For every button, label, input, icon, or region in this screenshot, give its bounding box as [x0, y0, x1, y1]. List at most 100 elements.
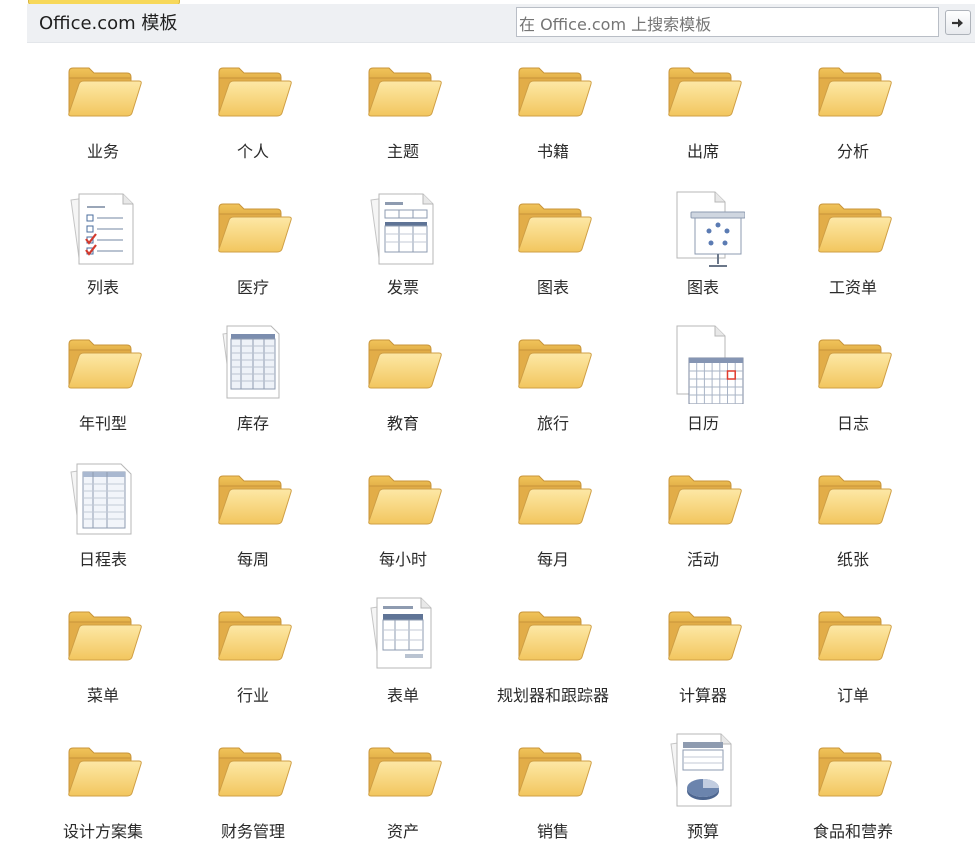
template-category-label: 书籍: [536, 142, 569, 161]
template-category-tile[interactable]: 设计方案集: [28, 732, 178, 857]
template-category-label: 出席: [686, 142, 719, 161]
folder-icon: [365, 732, 445, 812]
template-category-label: 每月: [536, 550, 569, 569]
calendar-icon: [665, 324, 745, 405]
template-category-tile[interactable]: 主题: [328, 52, 478, 177]
template-category-tile[interactable]: 图表: [628, 188, 778, 313]
template-category-label: 教育: [386, 414, 419, 433]
template-category-tile[interactable]: 发票: [328, 188, 478, 313]
template-category-label: 日历: [686, 414, 719, 433]
template-category-label: 每周: [236, 550, 269, 569]
folder-icon: [515, 732, 595, 812]
folder-icon: [515, 324, 595, 404]
template-category-label: 销售: [536, 822, 569, 841]
template-category-tile[interactable]: 业务: [28, 52, 178, 177]
folder-icon: [665, 596, 745, 676]
template-category-label: 预算: [686, 822, 719, 841]
template-category-tile[interactable]: 每小时: [328, 460, 478, 585]
template-category-tile[interactable]: 销售: [478, 732, 628, 857]
form-icon: [365, 596, 445, 676]
folder-icon: [515, 52, 595, 132]
template-category-label: 每小时: [378, 550, 427, 569]
arrow-right-icon: [952, 18, 963, 27]
template-category-tile[interactable]: 计算器: [628, 596, 778, 721]
template-category-tile[interactable]: 菜单: [28, 596, 178, 721]
folder-icon: [815, 732, 895, 812]
folder-icon: [215, 52, 295, 132]
template-category-tile[interactable]: 出席: [628, 52, 778, 177]
invoice-icon: [365, 188, 445, 268]
template-category-label: 资产: [386, 822, 419, 841]
template-search-input[interactable]: [516, 7, 939, 37]
template-category-label: 个人: [236, 142, 269, 161]
template-category-tile[interactable]: 每周: [178, 460, 328, 585]
template-category-tile[interactable]: 预算: [628, 732, 778, 857]
template-category-tile[interactable]: 规划器和跟踪器: [478, 596, 628, 721]
template-category-label: 行业: [236, 686, 269, 705]
folder-icon: [365, 52, 445, 132]
template-category-tile[interactable]: 个人: [178, 52, 328, 177]
template-category-tile[interactable]: 工资单: [778, 188, 928, 313]
template-category-tile[interactable]: 旅行: [478, 324, 628, 449]
template-category-label: 财务管理: [220, 822, 285, 841]
template-category-tile[interactable]: 表单: [328, 596, 478, 721]
left-gutter: [0, 0, 27, 852]
template-category-tile[interactable]: 每月: [478, 460, 628, 585]
template-category-label: 发票: [386, 278, 419, 297]
template-category-label: 列表: [86, 278, 119, 297]
checklist-icon: [65, 188, 145, 268]
template-category-tile[interactable]: 日历: [628, 324, 778, 449]
template-category-label: 年刊型: [78, 414, 127, 433]
template-category-tile[interactable]: 行业: [178, 596, 328, 721]
folder-icon: [365, 324, 445, 404]
template-category-label: 业务: [86, 142, 119, 161]
search-go-button[interactable]: [945, 10, 971, 35]
template-category-tile[interactable]: 年刊型: [28, 324, 178, 449]
template-category-tile[interactable]: 纸张: [778, 460, 928, 585]
folder-icon: [65, 324, 145, 404]
template-category-label: 设计方案集: [62, 822, 143, 841]
folder-icon: [215, 732, 295, 812]
header-title: Office.com 模板: [39, 13, 178, 34]
folder-icon: [365, 460, 445, 540]
template-category-tile[interactable]: 医疗: [178, 188, 328, 313]
template-category-label: 订单: [836, 686, 869, 705]
template-category-label: 分析: [836, 142, 869, 161]
template-category-tile[interactable]: 教育: [328, 324, 478, 449]
template-category-label: 纸张: [836, 550, 869, 569]
inventory-table-icon: [215, 324, 295, 404]
template-category-label: 活动: [686, 550, 719, 569]
template-category-label: 日志: [836, 414, 869, 433]
template-category-tile[interactable]: 活动: [628, 460, 778, 585]
template-category-label: 表单: [386, 686, 419, 705]
folder-icon: [65, 596, 145, 676]
folder-icon: [215, 460, 295, 540]
folder-icon: [515, 188, 595, 268]
templates-header: Office.com 模板: [27, 4, 975, 43]
folder-icon: [815, 596, 895, 676]
folder-icon: [665, 460, 745, 540]
folder-icon: [515, 596, 595, 676]
template-category-tile[interactable]: 分析: [778, 52, 928, 177]
template-category-tile[interactable]: 财务管理: [178, 732, 328, 857]
template-category-label: 食品和营养: [812, 822, 893, 841]
folder-icon: [65, 732, 145, 812]
template-category-label: 日程表: [78, 550, 127, 569]
template-category-tile[interactable]: 食品和营养: [778, 732, 928, 857]
template-category-tile[interactable]: 日程表: [28, 460, 178, 585]
template-category-tile[interactable]: 库存: [178, 324, 328, 449]
template-category-label: 旅行: [536, 414, 569, 433]
folder-icon: [215, 188, 295, 268]
template-category-tile[interactable]: 书籍: [478, 52, 628, 177]
folder-icon: [665, 52, 745, 132]
budget-pie-icon: [665, 732, 745, 812]
template-category-tile[interactable]: 资产: [328, 732, 478, 857]
template-category-tile[interactable]: 订单: [778, 596, 928, 721]
folder-icon: [815, 460, 895, 540]
template-category-label: 库存: [236, 414, 269, 433]
template-category-label: 主题: [386, 142, 419, 161]
template-category-tile[interactable]: 日志: [778, 324, 928, 449]
template-category-tile[interactable]: 列表: [28, 188, 178, 313]
template-category-label: 规划器和跟踪器: [496, 686, 609, 705]
template-category-tile[interactable]: 图表: [478, 188, 628, 313]
